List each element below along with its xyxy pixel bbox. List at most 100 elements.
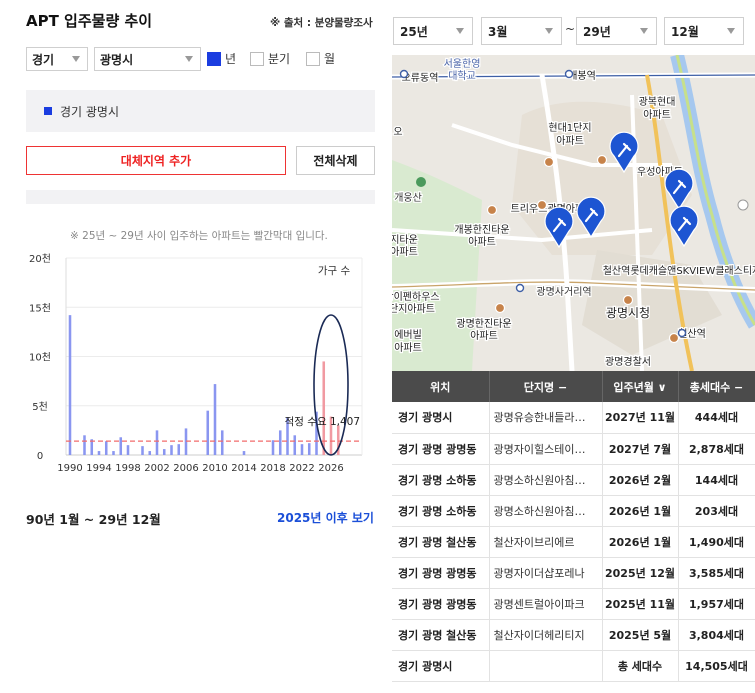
row-units: 1,490세대: [678, 526, 755, 558]
divider-strip: [26, 190, 375, 204]
checkbox-checked-icon[interactable]: [207, 51, 221, 66]
bar: [112, 451, 115, 455]
row-move-in-date: 2026년 1월: [602, 526, 679, 558]
bar: [162, 449, 166, 455]
bar: [104, 441, 108, 455]
map-svg[interactable]: 서울한영대학교오류동역개봉역광복현대아파트현대1단지아파트우성아파트개웅산트리우…: [392, 55, 755, 371]
map-view[interactable]: 서울한영대학교오류동역개봉역광복현대아파트현대1단지아파트우성아파트개웅산트리우…: [392, 55, 755, 371]
chevron-down-icon: [456, 28, 464, 34]
map-label: 에버빌: [394, 329, 422, 341]
row-complex-name: 철산자이브리에르: [489, 526, 603, 558]
row-complex-name: 광명자이더샵포레나: [489, 557, 603, 589]
table-row[interactable]: 경기 광명시 광명유승한내들라… 2027년 11월 444세대: [392, 402, 755, 434]
province-select[interactable]: 경기: [26, 47, 88, 71]
delete-all-button[interactable]: 전체삭제: [296, 146, 375, 175]
period-quarter-checkbox[interactable]: 분기: [250, 50, 290, 67]
map-label: 광복현대: [639, 96, 676, 108]
y-tick-label: 15천: [29, 302, 51, 314]
start-month-select[interactable]: 3월: [481, 17, 562, 45]
reference-line-label: 적정 수요 1,407: [285, 416, 360, 428]
chart-note: ※ 25년 ~ 29년 사이 입주하는 아파트는 빨간막대 입니다.: [70, 230, 328, 242]
table-row[interactable]: 경기 광명 광명동 광명자이힐스테이… 2027년 7월 2,878세대: [392, 433, 755, 465]
row-units: 1,957세대: [678, 588, 755, 620]
source-note: ※ 출처 : 분양물량조사: [270, 17, 373, 29]
y-tick-label: 5천: [32, 401, 48, 413]
map-label: 광명한진타운: [456, 318, 511, 330]
after-2025-link[interactable]: 2025년 이후 보기: [277, 509, 374, 526]
map-label: 단지아파트: [392, 303, 435, 315]
table-row[interactable]: 경기 광명 철산동 철산자이브리에르 2026년 1월 1,490세대: [392, 526, 755, 558]
map-label: 대학교: [448, 70, 476, 82]
block-area: [512, 101, 692, 255]
chevron-down-icon: [72, 56, 80, 62]
map-label: 철산역롯데캐슬앤SKVIEW클래스티지: [603, 265, 755, 277]
row-move-in-date: 2026년 2월: [602, 464, 679, 496]
chart-svg: 0 5천 10천 15천 20천가구 수적정 수요 1,407 1990 1994 1998 2…: [29, 253, 363, 474]
col-header-units[interactable]: 총세대수 −: [678, 371, 755, 402]
table-total-row: 경기 광명시 총 세대수 14,505세대: [392, 650, 755, 682]
bar: [126, 445, 130, 455]
bar: [119, 437, 123, 455]
poi-dot: [596, 154, 608, 166]
period-month-checkbox[interactable]: 월: [306, 50, 335, 67]
series-color-swatch: [44, 107, 52, 115]
map-label: 아파트: [643, 109, 671, 121]
start-year-select[interactable]: 25년: [393, 17, 473, 45]
bar: [278, 430, 282, 455]
bar: [242, 451, 246, 455]
total-units: 14,505세대: [678, 650, 755, 682]
row-complex-name: 광명소하신원아침…: [489, 495, 603, 527]
row-move-in-date: 2027년 11월: [602, 402, 679, 434]
bar: [68, 315, 72, 455]
table-row[interactable]: 경기 광명 소하동 광명소하신원아침… 2026년 2월 144세대: [392, 464, 755, 496]
bar: [170, 445, 173, 455]
selected-region-item[interactable]: 경기 광명시: [60, 103, 119, 120]
bar: [83, 435, 86, 455]
row-move-in-date: 2026년 1월: [602, 495, 679, 527]
end-month-select[interactable]: 12월: [664, 17, 744, 45]
supply-trend-panel: APT 입주물량 추이 ※ 출처 : 분양물량조사 경기 광명시 년 분기 월 …: [0, 0, 385, 693]
col-header-location[interactable]: 위치: [392, 371, 490, 402]
y-tick-label: 0: [37, 451, 43, 462]
map-label: 개웅산: [394, 192, 422, 204]
map-table-panel: 25년 3월 ~ 29년 12월 서울한영 대학교 오류동역 개봉역 광복현대 아파트 현대…: [392, 0, 755, 693]
x-tick-label: 1990: [57, 463, 82, 474]
end-year-value: 29년: [583, 24, 611, 39]
row-move-in-date: 2027년 7월: [602, 433, 679, 465]
table-row[interactable]: 경기 광명 광명동 광명센트럴아이파크 2025년 11월 1,957세대: [392, 588, 755, 620]
row-move-in-date: 2025년 11월: [602, 588, 679, 620]
row-location: 경기 광명 소하동: [392, 495, 490, 527]
row-location: 경기 광명 광명동: [392, 433, 490, 465]
table-row[interactable]: 경기 광명 철산동 철산자이더헤리티지 2025년 5월 3,804세대: [392, 619, 755, 651]
x-tick-label: 2014: [231, 463, 256, 474]
col-header-complex[interactable]: 단지명 −: [489, 371, 603, 402]
map-label: 지타운: [392, 234, 418, 246]
add-region-button[interactable]: 대체지역 추가: [26, 146, 286, 175]
table-row[interactable]: 경기 광명 광명동 광명자이더샵포레나 2025년 12월 3,585세대: [392, 557, 755, 589]
row-move-in-date: 2025년 5월: [602, 619, 679, 651]
bar: [293, 435, 297, 455]
row-location: 경기 광명 소하동: [392, 464, 490, 496]
checkbox-unchecked-icon[interactable]: [306, 51, 320, 66]
col-header-move-in[interactable]: 입주년월 ∨: [602, 371, 679, 402]
row-units: 444세대: [678, 402, 755, 434]
end-year-select[interactable]: 29년: [576, 17, 657, 45]
row-complex-name: 광명센트럴아이파크: [489, 588, 603, 620]
bar: [155, 430, 159, 455]
row-units: 203세대: [678, 495, 755, 527]
bar: [148, 451, 152, 455]
x-tick-label: 2006: [173, 463, 198, 474]
table-row[interactable]: 경기 광명 소하동 광명소하신원아침… 2026년 1월 203세대: [392, 495, 755, 527]
city-select[interactable]: 광명시: [94, 47, 201, 71]
period-month-label: 월: [324, 52, 336, 66]
period-year-checkbox[interactable]: 년: [207, 50, 236, 67]
total-label: 총 세대수: [602, 650, 679, 682]
map-label: 광명사거리역: [536, 286, 591, 298]
row-units: 2,878세대: [678, 433, 755, 465]
x-tick-label: 1994: [86, 463, 111, 474]
map-control-icon[interactable]: [737, 199, 749, 211]
checkbox-unchecked-icon[interactable]: [250, 51, 264, 66]
bar: [300, 444, 304, 455]
row-location: 경기 광명 광명동: [392, 557, 490, 589]
chevron-down-icon: [545, 28, 553, 34]
